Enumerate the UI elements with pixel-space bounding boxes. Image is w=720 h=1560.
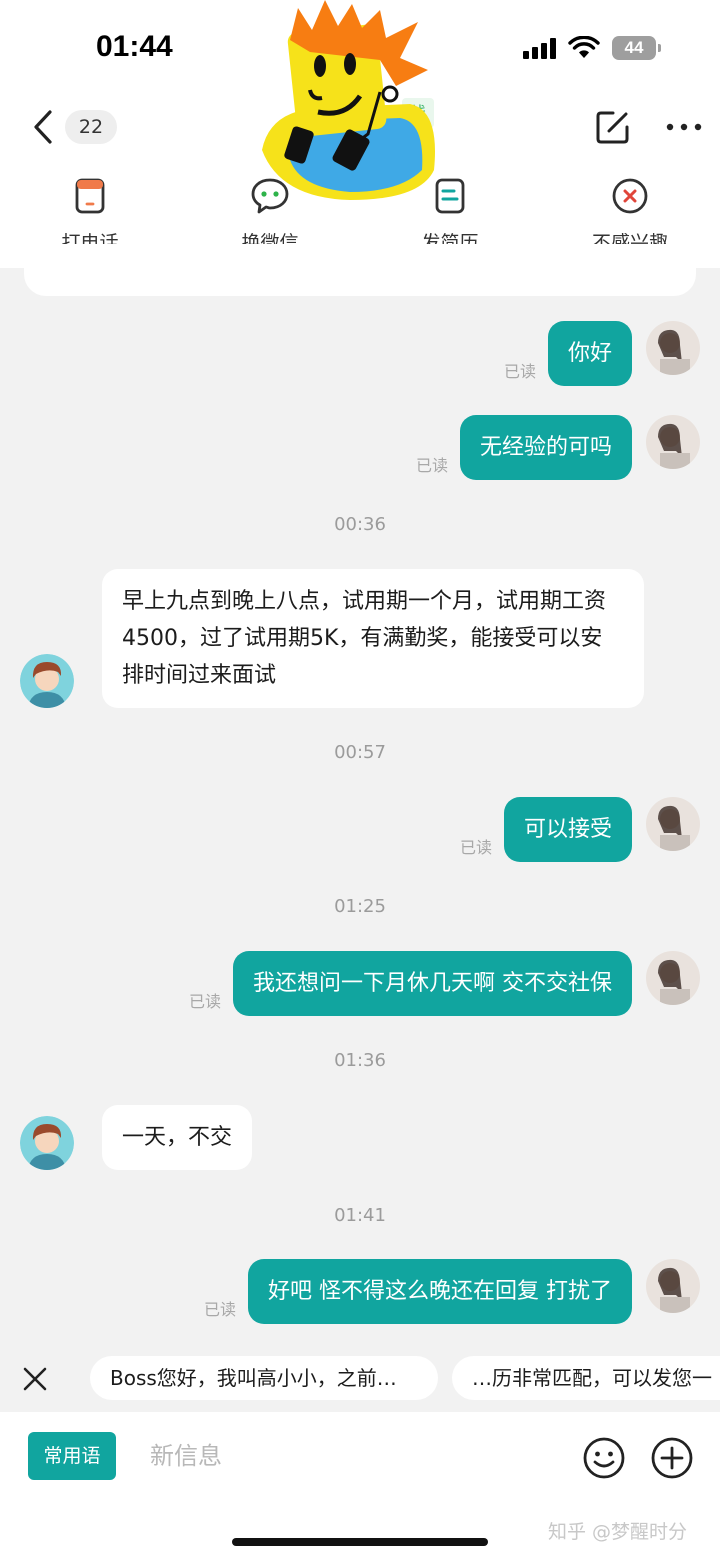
recruiter-avatar-icon xyxy=(20,654,74,708)
message-bubble[interactable]: 早上九点到晚上八点，试用期一个月，试用期工资4500，过了试用期5K，有满勤奖，… xyxy=(102,569,644,708)
unread-count-badge[interactable]: 22 xyxy=(65,110,117,144)
message-input[interactable] xyxy=(150,1432,550,1480)
message-incoming: 早上九点到晚上八点，试用期一个月，试用期工资4500，过了试用期5K，有满勤奖，… xyxy=(20,569,644,708)
read-status: 已读 xyxy=(203,1300,236,1319)
edit-icon[interactable] xyxy=(595,109,631,145)
message-bubble[interactable]: 一天，不交 xyxy=(102,1105,253,1170)
timestamp: 00:36 xyxy=(334,514,386,535)
user-photo-icon xyxy=(646,951,700,1005)
not-interested-icon xyxy=(612,178,648,214)
wifi-icon xyxy=(568,36,600,58)
message-bubble[interactable]: 好吧 怪不得这么晚还在回复 打扰了 xyxy=(248,1259,632,1324)
recruiter-avatar[interactable] xyxy=(20,1116,74,1170)
message-outgoing: 已读 好吧 怪不得这么晚还在回复 打扰了 xyxy=(204,1259,700,1324)
status-icons: 44 xyxy=(523,32,661,64)
chat-header: 01:44 44 22 线 xyxy=(0,0,720,268)
message-outgoing: 已读 我还想问一下月休几天啊 交不交社保 xyxy=(189,951,700,1016)
user-avatar[interactable] xyxy=(646,797,700,851)
quick-reply-chip[interactable]: …历非常匹配，可以发您一 xyxy=(452,1356,720,1400)
recruiter-avatar[interactable] xyxy=(20,654,74,708)
user-avatar[interactable] xyxy=(646,415,700,469)
message-bubble[interactable]: 可以接受 xyxy=(503,797,632,862)
back-arrow-icon[interactable] xyxy=(28,108,58,146)
message-bubble[interactable]: 无经验的可吗 xyxy=(459,415,632,480)
user-avatar[interactable] xyxy=(646,1259,700,1313)
phone-card-icon xyxy=(75,178,105,214)
timestamp: 00:57 xyxy=(334,742,386,763)
contact-avatar-sticker[interactable] xyxy=(250,0,460,205)
read-status: 已读 xyxy=(503,362,536,381)
close-icon[interactable] xyxy=(22,1366,48,1392)
wechat-bubble-icon xyxy=(251,178,289,214)
message-bubble[interactable]: 我还想问一下月休几天啊 交不交社保 xyxy=(233,951,632,1016)
timestamp: 01:36 xyxy=(334,1050,386,1071)
status-time: 01:44 xyxy=(96,30,173,63)
timestamp: 01:41 xyxy=(334,1205,386,1226)
cellular-signal-icon xyxy=(523,37,556,59)
user-avatar[interactable] xyxy=(646,321,700,375)
message-incoming: 一天，不交 xyxy=(20,1105,253,1170)
user-photo-icon xyxy=(646,415,700,469)
read-status: 已读 xyxy=(459,838,492,857)
emoji-icon[interactable] xyxy=(582,1436,626,1480)
read-status: 已读 xyxy=(188,992,221,1011)
user-photo-icon xyxy=(646,1259,700,1313)
timestamp: 01:25 xyxy=(334,896,386,917)
read-status: 已读 xyxy=(415,456,448,475)
user-photo-icon xyxy=(646,321,700,375)
common-phrases-button[interactable]: 常用语 xyxy=(28,1432,116,1480)
recruiter-avatar-icon xyxy=(20,1116,74,1170)
message-outgoing: 已读 无经验的可吗 xyxy=(416,415,700,480)
battery-indicator: 44 xyxy=(612,36,661,60)
resume-icon xyxy=(435,178,465,214)
user-photo-icon xyxy=(646,797,700,851)
quick-reply-chip[interactable]: Boss您好，我叫高小小，之前… xyxy=(90,1356,438,1400)
more-options-icon[interactable] xyxy=(664,112,704,142)
job-card-edge xyxy=(24,244,696,296)
quick-reply-bar: Boss您好，我叫高小小，之前… …历非常匹配，可以发您一 xyxy=(0,1350,720,1412)
message-bubble[interactable]: 你好 xyxy=(547,321,632,386)
home-indicator[interactable] xyxy=(232,1538,488,1546)
user-avatar[interactable] xyxy=(646,951,700,1005)
watermark: 知乎 @梦醒时分 xyxy=(548,1521,688,1543)
message-outgoing: 已读 可以接受 xyxy=(460,797,700,862)
message-outgoing: 已读 你好 xyxy=(504,321,700,386)
plus-icon[interactable] xyxy=(650,1436,694,1480)
